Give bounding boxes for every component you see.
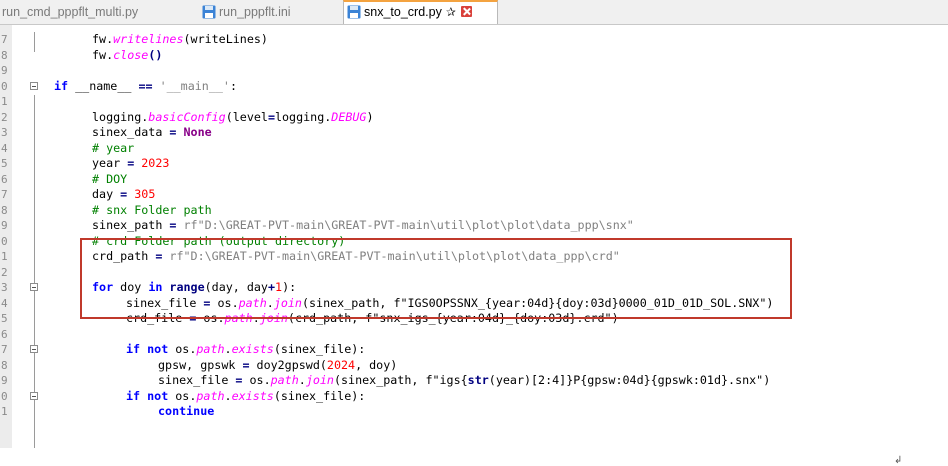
tab-run-cmd-pppflt-multi[interactable]: run_cmd_pppflt_multi.py (2, 2, 202, 23)
fold-toggle-icon[interactable] (30, 391, 38, 400)
save-file-icon (202, 5, 216, 19)
line-number: 1 (1, 405, 8, 418)
line-number: 9 (1, 219, 8, 232)
line-number: 1 (1, 250, 8, 263)
line-number: 7 (1, 188, 8, 201)
annotation-highlight-box (80, 238, 792, 319)
line-number: 0 (1, 389, 8, 403)
code-line: 2 logging.basicConfig(level=logging.DEBUG… (1, 109, 374, 124)
tab-snx-to-crd[interactable]: snx_to_crd.py ✰ (343, 0, 498, 24)
tab-label: snx_to_crd.py (364, 5, 442, 19)
code-line: 7 fw.writelines(writeLines) (1, 32, 268, 46)
code-line: 0 if __name__ == '__main__': (1, 78, 237, 93)
line-number: 8 (1, 48, 8, 62)
end-of-line-mark: ↲ (894, 455, 903, 466)
line-number: 7 (1, 33, 8, 46)
line-number: 4 (1, 296, 8, 310)
pin-icon[interactable]: ✰ (446, 5, 456, 19)
line-number: 8 (1, 203, 8, 217)
line-number: 9 (1, 374, 8, 387)
line-number: 3 (1, 281, 8, 294)
code-line: 9 sinex_path = rf"D:\GREAT-PVT-main\GREAT… (1, 218, 634, 232)
line-number: 7 (1, 343, 8, 356)
fold-toggle-icon[interactable] (30, 283, 38, 291)
line-number: 0 (1, 234, 8, 248)
line-number: 2 (1, 265, 8, 279)
line-number: 5 (1, 312, 8, 325)
line-number: 4 (1, 141, 8, 155)
code-line: 1 continue (1, 404, 215, 418)
line-number: 1 (1, 95, 8, 108)
code-line: 4 # year (1, 140, 135, 155)
line-number: 6 (1, 172, 8, 186)
save-file-icon (347, 5, 361, 19)
code-editor[interactable]: 7 fw.writelines(writeLines) 8 fw.close() 9… (0, 25, 948, 466)
fold-toggle-icon[interactable] (30, 345, 38, 353)
tab-run-pppflt-ini[interactable]: run_pppflt.ini (202, 2, 342, 23)
code-line: 1 (0, 94, 948, 110)
code-line: 9 (0, 63, 948, 79)
code-line: 7 day = 305 (1, 187, 156, 201)
code-line: 8 fw.close() (1, 47, 163, 62)
line-number: 2 (1, 110, 8, 124)
fold-toggle-icon[interactable] (30, 81, 38, 90)
line-number: 8 (1, 358, 8, 372)
code-line: 8 gpsw, gpswk = doy2gpswd(2024, doy) (1, 357, 398, 372)
tab-label: run_cmd_pppflt_multi.py (2, 5, 139, 19)
code-line: 5 year = 2023 (1, 156, 170, 170)
code-line: 8 # snx Folder path (1, 202, 212, 217)
close-icon[interactable] (460, 6, 472, 17)
tab-bar: run_cmd_pppflt_multi.py run_pppflt.ini s… (0, 0, 948, 25)
line-number: 6 (1, 327, 8, 341)
line-number: 5 (1, 157, 8, 170)
line-number: 3 (1, 126, 8, 139)
code-line: 6 # DOY (1, 171, 128, 186)
code-line: 0 if not os.path.exists(sinex_file): (1, 388, 366, 403)
code-line: 6 (0, 327, 948, 343)
code-line: 9 sinex_file = os.path.join(sinex_path, f… (1, 373, 771, 387)
code-line: 7 if not os.path.exists(sinex_file): (1, 342, 366, 356)
line-number: 0 (1, 79, 8, 93)
line-number: 9 (1, 64, 8, 77)
code-line: 3 sinex_data = None (1, 125, 212, 139)
tab-label: run_pppflt.ini (219, 5, 291, 19)
